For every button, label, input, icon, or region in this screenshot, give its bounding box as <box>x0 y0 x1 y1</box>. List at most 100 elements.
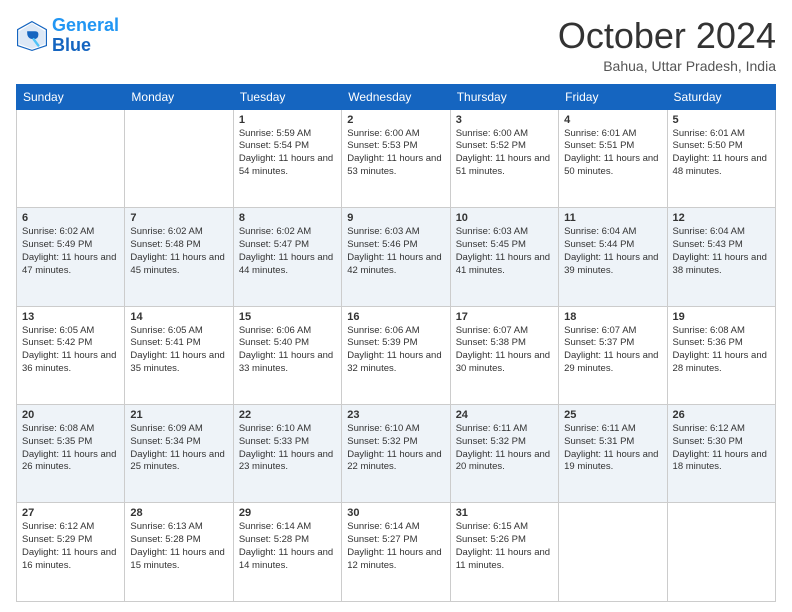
daylight-text: Daylight: 11 hours and 50 minutes. <box>564 153 658 177</box>
day-info: Sunrise: 6:05 AM Sunset: 5:42 PM Dayligh… <box>22 325 119 376</box>
sunset-text: Sunset: 5:30 PM <box>673 436 743 447</box>
title-block: October 2024 Bahua, Uttar Pradesh, India <box>558 16 776 74</box>
day-number: 31 <box>456 507 553 519</box>
day-number: 21 <box>130 409 227 421</box>
sunrise-text: Sunrise: 6:07 AM <box>456 325 528 336</box>
day-number: 1 <box>239 114 336 126</box>
table-row: 4 Sunrise: 6:01 AM Sunset: 5:51 PM Dayli… <box>559 109 667 207</box>
day-number: 16 <box>347 311 444 323</box>
day-info: Sunrise: 6:12 AM Sunset: 5:30 PM Dayligh… <box>673 423 770 474</box>
sunrise-text: Sunrise: 6:02 AM <box>239 226 311 237</box>
table-row: 28 Sunrise: 6:13 AM Sunset: 5:28 PM Dayl… <box>125 503 233 602</box>
day-number: 2 <box>347 114 444 126</box>
sunrise-text: Sunrise: 5:59 AM <box>239 128 311 139</box>
table-row: 11 Sunrise: 6:04 AM Sunset: 5:44 PM Dayl… <box>559 208 667 306</box>
col-monday: Monday <box>125 84 233 109</box>
sunrise-text: Sunrise: 6:04 AM <box>564 226 636 237</box>
table-row: 17 Sunrise: 6:07 AM Sunset: 5:38 PM Dayl… <box>450 306 558 404</box>
day-info: Sunrise: 6:06 AM Sunset: 5:39 PM Dayligh… <box>347 325 444 376</box>
day-info: Sunrise: 6:02 AM Sunset: 5:48 PM Dayligh… <box>130 226 227 277</box>
sunrise-text: Sunrise: 6:09 AM <box>130 423 202 434</box>
sunrise-text: Sunrise: 6:12 AM <box>673 423 745 434</box>
sunset-text: Sunset: 5:27 PM <box>347 534 417 545</box>
day-number: 12 <box>673 212 770 224</box>
calendar-week-row: 20 Sunrise: 6:08 AM Sunset: 5:35 PM Dayl… <box>17 405 776 503</box>
day-number: 25 <box>564 409 661 421</box>
table-row: 21 Sunrise: 6:09 AM Sunset: 5:34 PM Dayl… <box>125 405 233 503</box>
table-row: 8 Sunrise: 6:02 AM Sunset: 5:47 PM Dayli… <box>233 208 341 306</box>
sunrise-text: Sunrise: 6:07 AM <box>564 325 636 336</box>
sunset-text: Sunset: 5:32 PM <box>456 436 526 447</box>
month-title: October 2024 <box>558 16 776 56</box>
sunrise-text: Sunrise: 6:10 AM <box>347 423 419 434</box>
daylight-text: Daylight: 11 hours and 44 minutes. <box>239 252 333 276</box>
day-info: Sunrise: 6:09 AM Sunset: 5:34 PM Dayligh… <box>130 423 227 474</box>
daylight-text: Daylight: 11 hours and 15 minutes. <box>130 547 224 571</box>
day-info: Sunrise: 6:00 AM Sunset: 5:53 PM Dayligh… <box>347 128 444 179</box>
calendar-week-row: 13 Sunrise: 6:05 AM Sunset: 5:42 PM Dayl… <box>17 306 776 404</box>
day-info: Sunrise: 6:02 AM Sunset: 5:49 PM Dayligh… <box>22 226 119 277</box>
daylight-text: Daylight: 11 hours and 48 minutes. <box>673 153 767 177</box>
table-row: 25 Sunrise: 6:11 AM Sunset: 5:31 PM Dayl… <box>559 405 667 503</box>
table-row <box>667 503 775 602</box>
day-info: Sunrise: 6:14 AM Sunset: 5:27 PM Dayligh… <box>347 521 444 572</box>
sunset-text: Sunset: 5:36 PM <box>673 337 743 348</box>
col-saturday: Saturday <box>667 84 775 109</box>
daylight-text: Daylight: 11 hours and 41 minutes. <box>456 252 550 276</box>
sunset-text: Sunset: 5:48 PM <box>130 239 200 250</box>
day-info: Sunrise: 6:01 AM Sunset: 5:50 PM Dayligh… <box>673 128 770 179</box>
day-number: 19 <box>673 311 770 323</box>
table-row: 9 Sunrise: 6:03 AM Sunset: 5:46 PM Dayli… <box>342 208 450 306</box>
daylight-text: Daylight: 11 hours and 25 minutes. <box>130 449 224 473</box>
table-row: 12 Sunrise: 6:04 AM Sunset: 5:43 PM Dayl… <box>667 208 775 306</box>
sunrise-text: Sunrise: 6:14 AM <box>347 521 419 532</box>
day-info: Sunrise: 6:01 AM Sunset: 5:51 PM Dayligh… <box>564 128 661 179</box>
sunset-text: Sunset: 5:28 PM <box>239 534 309 545</box>
location: Bahua, Uttar Pradesh, India <box>558 58 776 74</box>
table-row: 15 Sunrise: 6:06 AM Sunset: 5:40 PM Dayl… <box>233 306 341 404</box>
day-number: 6 <box>22 212 119 224</box>
sunrise-text: Sunrise: 6:05 AM <box>130 325 202 336</box>
daylight-text: Daylight: 11 hours and 19 minutes. <box>564 449 658 473</box>
sunset-text: Sunset: 5:52 PM <box>456 140 526 151</box>
day-info: Sunrise: 6:04 AM Sunset: 5:43 PM Dayligh… <box>673 226 770 277</box>
day-info: Sunrise: 6:08 AM Sunset: 5:35 PM Dayligh… <box>22 423 119 474</box>
table-row: 24 Sunrise: 6:11 AM Sunset: 5:32 PM Dayl… <box>450 405 558 503</box>
sunset-text: Sunset: 5:54 PM <box>239 140 309 151</box>
sunrise-text: Sunrise: 6:12 AM <box>22 521 94 532</box>
table-row: 18 Sunrise: 6:07 AM Sunset: 5:37 PM Dayl… <box>559 306 667 404</box>
day-info: Sunrise: 6:03 AM Sunset: 5:45 PM Dayligh… <box>456 226 553 277</box>
sunset-text: Sunset: 5:26 PM <box>456 534 526 545</box>
table-row <box>125 109 233 207</box>
sunrise-text: Sunrise: 6:00 AM <box>456 128 528 139</box>
col-friday: Friday <box>559 84 667 109</box>
day-number: 17 <box>456 311 553 323</box>
day-info: Sunrise: 6:13 AM Sunset: 5:28 PM Dayligh… <box>130 521 227 572</box>
daylight-text: Daylight: 11 hours and 30 minutes. <box>456 350 550 374</box>
calendar-header-row: Sunday Monday Tuesday Wednesday Thursday… <box>17 84 776 109</box>
sunset-text: Sunset: 5:28 PM <box>130 534 200 545</box>
sunset-text: Sunset: 5:41 PM <box>130 337 200 348</box>
daylight-text: Daylight: 11 hours and 29 minutes. <box>564 350 658 374</box>
table-row: 23 Sunrise: 6:10 AM Sunset: 5:32 PM Dayl… <box>342 405 450 503</box>
sunrise-text: Sunrise: 6:08 AM <box>673 325 745 336</box>
sunrise-text: Sunrise: 6:15 AM <box>456 521 528 532</box>
sunrise-text: Sunrise: 6:01 AM <box>564 128 636 139</box>
daylight-text: Daylight: 11 hours and 51 minutes. <box>456 153 550 177</box>
day-number: 15 <box>239 311 336 323</box>
day-number: 30 <box>347 507 444 519</box>
day-number: 20 <box>22 409 119 421</box>
daylight-text: Daylight: 11 hours and 14 minutes. <box>239 547 333 571</box>
day-number: 4 <box>564 114 661 126</box>
table-row: 2 Sunrise: 6:00 AM Sunset: 5:53 PM Dayli… <box>342 109 450 207</box>
sunset-text: Sunset: 5:46 PM <box>347 239 417 250</box>
table-row: 22 Sunrise: 6:10 AM Sunset: 5:33 PM Dayl… <box>233 405 341 503</box>
sunset-text: Sunset: 5:43 PM <box>673 239 743 250</box>
day-number: 13 <box>22 311 119 323</box>
day-info: Sunrise: 6:11 AM Sunset: 5:32 PM Dayligh… <box>456 423 553 474</box>
sunrise-text: Sunrise: 6:04 AM <box>673 226 745 237</box>
day-number: 28 <box>130 507 227 519</box>
sunset-text: Sunset: 5:49 PM <box>22 239 92 250</box>
daylight-text: Daylight: 11 hours and 28 minutes. <box>673 350 767 374</box>
sunset-text: Sunset: 5:37 PM <box>564 337 634 348</box>
